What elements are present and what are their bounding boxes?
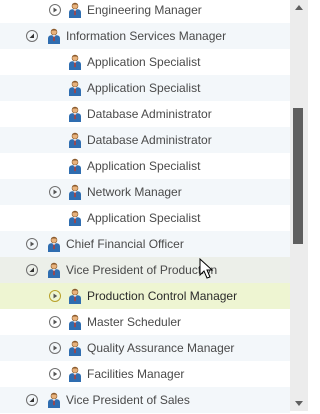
employee-icon <box>67 106 83 122</box>
expand-toggle-icon[interactable] <box>49 368 61 380</box>
tree-row-label: Chief Financial Officer <box>66 237 184 251</box>
employee-icon <box>67 288 83 304</box>
tree-row-label: Network Manager <box>87 185 182 199</box>
tree-row[interactable]: Database Administrator <box>0 101 290 127</box>
tree-row-label: Application Specialist <box>87 81 201 95</box>
expand-toggle-icon[interactable] <box>49 186 61 198</box>
scroll-up-button[interactable] <box>290 0 308 16</box>
employee-icon <box>67 314 83 330</box>
employee-icon <box>46 28 62 44</box>
expand-toggle-icon[interactable] <box>49 342 61 354</box>
tree-row[interactable]: Production Control Manager <box>0 283 290 309</box>
employee-icon <box>67 2 83 18</box>
tree-row-label: Information Services Manager <box>66 29 227 43</box>
tree-row[interactable]: Master Scheduler <box>0 309 290 335</box>
tree-row[interactable]: Vice President of Production <box>0 257 290 283</box>
tree-row[interactable]: Application Specialist <box>0 153 290 179</box>
tree-row-label: Application Specialist <box>87 55 201 69</box>
employee-icon <box>67 366 83 382</box>
tree-row-label: Application Specialist <box>87 211 201 225</box>
tree-row-label: Facilities Manager <box>87 367 185 381</box>
employee-icon <box>67 158 83 174</box>
employee-icon <box>67 132 83 148</box>
expand-toggle-icon[interactable] <box>49 316 61 328</box>
collapse-toggle-icon[interactable] <box>26 30 38 42</box>
employee-icon <box>67 340 83 356</box>
tree-row[interactable]: Chief Financial Officer <box>0 231 290 257</box>
tree-row[interactable]: Information Services Manager <box>0 23 290 49</box>
collapse-toggle-icon[interactable] <box>26 394 38 406</box>
tree-row[interactable]: Engineering Manager <box>0 0 290 23</box>
tree-row[interactable]: Database Administrator <box>0 127 290 153</box>
expand-toggle-icon[interactable] <box>49 4 61 16</box>
tree-row-label: Database Administrator <box>87 133 212 147</box>
employee-icon <box>46 392 62 408</box>
mouse-cursor-icon <box>199 258 214 279</box>
collapse-toggle-icon[interactable] <box>26 264 38 276</box>
scroll-down-button[interactable] <box>290 395 308 411</box>
tree-row-label: Production Control Manager <box>87 289 238 303</box>
employee-icon <box>67 80 83 96</box>
employee-icon <box>67 184 83 200</box>
vertical-scrollbar[interactable] <box>290 0 308 411</box>
org-tree-view[interactable]: Engineering Manager Information Services … <box>0 0 290 413</box>
tree-row[interactable]: Application Specialist <box>0 75 290 101</box>
expand-toggle-icon[interactable] <box>49 290 61 302</box>
tree-row-label: Database Administrator <box>87 107 212 121</box>
tree-row-label: Application Specialist <box>87 159 201 173</box>
scroll-thumb[interactable] <box>293 108 303 244</box>
employee-icon <box>67 210 83 226</box>
tree-row[interactable]: Application Specialist <box>0 49 290 75</box>
scroll-up-arrow-icon <box>295 5 303 10</box>
expand-toggle-icon[interactable] <box>26 238 38 250</box>
tree-row-label: Master Scheduler <box>87 315 182 329</box>
tree-row[interactable]: Quality Assurance Manager <box>0 335 290 361</box>
tree-row[interactable]: Vice President of Sales <box>0 387 290 413</box>
employee-icon <box>46 236 62 252</box>
tree-row-label: Vice President of Production <box>66 263 218 277</box>
employee-icon <box>67 54 83 70</box>
tree-row-label: Quality Assurance Manager <box>87 341 235 355</box>
employee-icon <box>46 262 62 278</box>
tree-row[interactable]: Application Specialist <box>0 205 290 231</box>
tree-row-label: Vice President of Sales <box>66 393 190 407</box>
tree-row-label: Engineering Manager <box>87 3 202 17</box>
scroll-down-arrow-icon <box>295 401 303 406</box>
tree-row[interactable]: Facilities Manager <box>0 361 290 387</box>
tree-row[interactable]: Network Manager <box>0 179 290 205</box>
